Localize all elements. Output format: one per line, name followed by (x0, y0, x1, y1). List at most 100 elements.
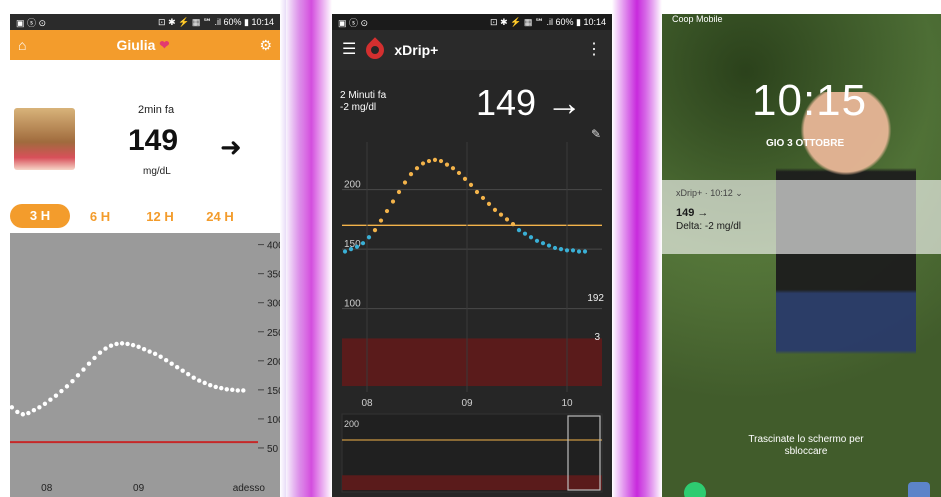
patient-title: Giulia ❤ (116, 37, 169, 53)
camera-shortcut-icon[interactable] (908, 482, 930, 497)
data-point (522, 231, 528, 236)
glucose-chart: 400 350 300 250 200 150 100 50 08 09 adesso (10, 233, 280, 497)
data-point (492, 207, 498, 212)
data-point (528, 235, 534, 240)
reading-panel: 2min fa 149 mg/dL ➜ (10, 60, 280, 200)
app-header: ⌂ Giulia ❤ ⚙ (10, 30, 280, 60)
data-point (516, 227, 522, 233)
data-point (468, 182, 474, 187)
data-point (141, 346, 147, 352)
data-point (534, 238, 540, 243)
data-point (241, 388, 246, 393)
x-tick-label: 09 (133, 483, 145, 494)
lockscreen-date: GIO 3 OTTOBRE (766, 138, 845, 149)
data-point (180, 368, 185, 373)
x-tick-label: 08 (41, 483, 53, 494)
data-point (26, 410, 31, 416)
y-tick-label: 200 (344, 180, 361, 191)
trend-arrow-icon: ➜ (220, 132, 242, 162)
tab-24h[interactable]: 24 H (190, 209, 250, 224)
data-point (81, 367, 86, 372)
y-tick-label: 250 (267, 328, 280, 339)
data-point (456, 170, 462, 176)
status-bar: ▣ ⓢ ⊙ ⊡ ✱ ⚡ ▦ ℠ .il 60% ▮ 10:14 (332, 14, 612, 30)
data-point (15, 409, 20, 415)
data-point (546, 243, 552, 248)
data-point (504, 217, 510, 222)
unlock-hint: Trascinate lo schermo per sbloccare (748, 434, 864, 457)
data-point (348, 247, 354, 252)
carrier-name: Coop Mobile (672, 14, 723, 24)
data-point (570, 248, 576, 253)
data-point (360, 241, 366, 246)
data-point (75, 373, 81, 378)
status-left: ▣ ⓢ ⊙ (16, 17, 47, 28)
data-point (219, 385, 224, 391)
data-point (498, 212, 504, 217)
data-point (372, 227, 378, 233)
x-tick-label: 10 (561, 398, 573, 409)
data-point (552, 245, 558, 251)
status-right: ⊡ ✱ ⚡ ▦ ℠ .il 60% ▮ 10:14 (490, 16, 606, 27)
data-point (450, 166, 456, 171)
data-point (432, 157, 438, 162)
y-tick-label: 300 (267, 299, 280, 310)
xdrip-notification[interactable]: xDrip+ · 10:12 ⌄ 149 → Delta: -2 mg/dl (662, 180, 941, 254)
background-magenta-left (286, 0, 332, 497)
home-icon[interactable]: ⌂ (18, 38, 26, 52)
avatar (14, 108, 75, 170)
y-tick-label: 100 (344, 299, 361, 310)
data-point (390, 199, 396, 204)
settings-icon[interactable]: ⚙ (259, 38, 272, 52)
data-point (582, 249, 588, 254)
reading-meta: 2 Minuti fa -2 mg/dl (340, 90, 386, 114)
data-point (558, 247, 564, 252)
data-point (414, 166, 420, 171)
more-vert-icon[interactable]: ⋮ (586, 42, 602, 58)
data-point (59, 388, 64, 394)
data-point (92, 355, 97, 361)
status-bar: ▣ ⓢ ⊙ ⊡ ✱ ⚡ ▦ ℠ .il 60% ▮ 10:14 (10, 14, 280, 30)
tab-3h[interactable]: 3 H (10, 204, 70, 228)
range-tabs: 3 H 6 H 12 H 24 H (10, 200, 280, 232)
data-point (97, 350, 103, 355)
app-toolbar: ☰ xDrip+ ⋮ (332, 30, 612, 70)
data-point (31, 407, 37, 413)
xdrip-logo-icon (362, 37, 389, 63)
data-point (169, 361, 174, 366)
low-band (342, 338, 602, 387)
phone-shortcut-icon[interactable] (684, 482, 706, 497)
data-point (378, 218, 384, 223)
data-point (366, 235, 372, 240)
data-point (474, 189, 480, 195)
data-point (384, 208, 390, 214)
y-tick-label: 400 (267, 241, 280, 252)
data-point (576, 249, 582, 254)
tab-12h[interactable]: 12 H (130, 209, 190, 224)
data-point (48, 397, 53, 402)
notification-delta: Delta: -2 mg/dl (676, 221, 742, 232)
notification-source: xDrip+ · 10:12 ⌄ (676, 188, 743, 198)
data-point (37, 405, 42, 410)
status-left: ▣ ⓢ ⊙ (338, 17, 369, 28)
y-tick-label: 200 (267, 357, 280, 368)
data-point (147, 349, 152, 354)
background-magenta-right (612, 0, 662, 497)
data-point (158, 354, 163, 359)
data-point (185, 371, 191, 377)
heart-rate-value: 192 (587, 293, 604, 304)
data-point (235, 388, 240, 393)
patient-name: Giulia (116, 37, 156, 53)
chart-background (10, 233, 280, 497)
data-point (103, 346, 108, 351)
tab-6h[interactable]: 6 H (70, 209, 130, 224)
data-point (462, 176, 468, 182)
y-tick-label: 50 (267, 444, 279, 455)
phone-3: Coop Mobile 10:15 GIO 3 OTTOBRE xDrip+ ·… (662, 14, 941, 497)
y-tick-label: 100 (267, 415, 280, 426)
menu-icon[interactable]: ☰ (342, 42, 356, 58)
pen-icon[interactable]: ✎ (588, 127, 604, 141)
glucose-chart: 20015010050080910200 (332, 142, 612, 497)
glucose-unit: mg/dL (143, 166, 171, 177)
data-point (108, 343, 114, 348)
